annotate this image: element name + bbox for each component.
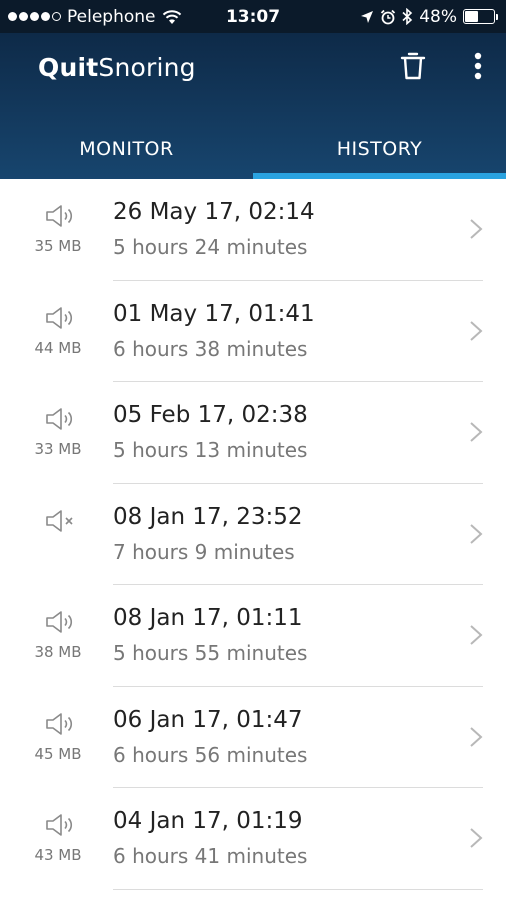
- recording-row[interactable]: 33 MB 05 Feb 17, 02:38 5 hours 13 minutes: [0, 382, 506, 484]
- battery-percent: 48%: [419, 6, 457, 27]
- recording-row[interactable]: 45 MB 06 Jan 17, 01:47 6 hours 56 minutes: [0, 687, 506, 788]
- recording-duration: 6 hours 41 minutes: [113, 844, 308, 868]
- chevron-right-icon: [466, 522, 486, 546]
- chevron-right-icon: [466, 217, 486, 241]
- chevron-right-icon: [466, 420, 486, 444]
- more-options-button[interactable]: [460, 48, 496, 84]
- recording-size: 43 MB: [34, 846, 82, 864]
- recording-date: 08 Jan 17, 01:11: [113, 605, 303, 631]
- delete-button[interactable]: [395, 48, 431, 84]
- recording-size: 45 MB: [34, 744, 82, 763]
- speaker-icon: [44, 711, 78, 737]
- speaker-icon: [44, 812, 78, 838]
- alarm-clock-icon: [381, 9, 396, 24]
- chevron-right-icon: [466, 319, 486, 343]
- recording-date: 05 Feb 17, 02:38: [113, 402, 308, 428]
- recording-duration: 5 hours 13 minutes: [113, 438, 308, 462]
- chevron-right-icon: [466, 623, 486, 647]
- signal-strength-icon: [8, 12, 61, 21]
- recording-size: 33 MB: [34, 440, 82, 458]
- recording-duration: 6 hours 56 minutes: [113, 742, 308, 767]
- recording-duration: 5 hours 55 minutes: [113, 641, 308, 665]
- recording-date: 06 Jan 17, 01:47: [113, 706, 303, 733]
- app-title-bold: Quit: [38, 53, 99, 82]
- speaker-muted-icon: [44, 508, 78, 534]
- app-header: QuitSnoring MONITOR HISTORY: [0, 33, 506, 179]
- speaker-icon: [44, 305, 78, 331]
- trash-icon: [400, 52, 426, 80]
- carrier-name: Pelephone: [67, 6, 156, 27]
- speaker-icon: [44, 609, 78, 635]
- recording-date: 08 Jan 17, 23:52: [113, 503, 303, 530]
- recording-date: 01 May 17, 01:41: [113, 300, 315, 327]
- bluetooth-icon: [402, 8, 413, 25]
- recording-row[interactable]: 44 MB 01 May 17, 01:41 6 hours 38 minutes: [0, 281, 506, 382]
- location-arrow-icon: [361, 10, 374, 23]
- recording-size: 35 MB: [34, 237, 82, 255]
- recording-size: 38 MB: [34, 643, 82, 661]
- tab-history[interactable]: HISTORY: [253, 119, 506, 179]
- recording-duration: 7 hours 9 minutes: [113, 539, 295, 564]
- recording-row[interactable]: 08 Jan 17, 23:52 7 hours 9 minutes: [0, 484, 506, 585]
- recording-row[interactable]: 38 MB 08 Jan 17, 01:11 5 hours 55 minutes: [0, 585, 506, 687]
- recording-list: 35 MB 26 May 17, 02:14 5 hours 24 minutes 4…: [0, 179, 506, 890]
- recording-size: 44 MB: [34, 338, 82, 357]
- app-title: QuitSnoring: [38, 53, 196, 82]
- tab-bar: MONITOR HISTORY: [0, 119, 506, 179]
- chevron-right-icon: [466, 725, 486, 749]
- chevron-right-icon: [466, 826, 486, 850]
- recording-date: 04 Jan 17, 01:19: [113, 808, 303, 834]
- recording-date: 26 May 17, 02:14: [113, 199, 315, 225]
- recording-row[interactable]: 35 MB 26 May 17, 02:14 5 hours 24 minutes: [0, 179, 506, 281]
- speaker-icon: [44, 203, 78, 229]
- speaker-icon: [44, 406, 78, 432]
- status-bar: Pelephone 13:07 48%: [0, 0, 506, 33]
- tab-monitor[interactable]: MONITOR: [0, 119, 253, 179]
- battery-icon: [463, 9, 498, 24]
- recording-duration: 5 hours 24 minutes: [113, 235, 308, 259]
- app-title-regular: Snoring: [98, 53, 196, 82]
- wifi-icon: [162, 9, 181, 24]
- more-vertical-icon: [474, 52, 482, 80]
- recording-row[interactable]: 43 MB 04 Jan 17, 01:19 6 hours 41 minutes: [0, 788, 506, 890]
- row-divider: [113, 888, 483, 890]
- recording-duration: 6 hours 38 minutes: [113, 336, 308, 361]
